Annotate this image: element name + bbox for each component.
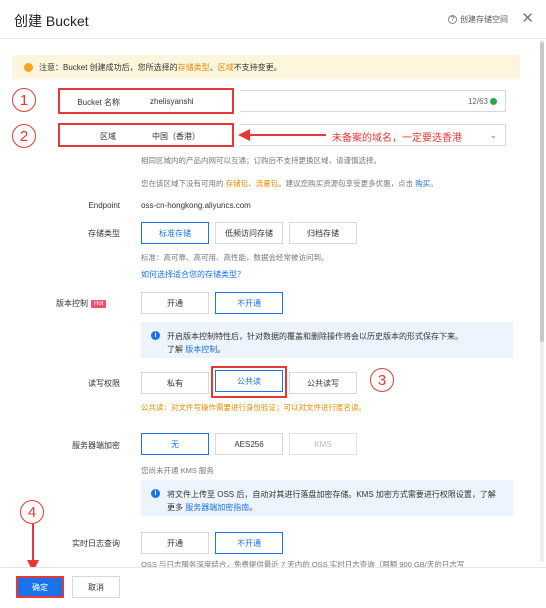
endpoint-value: oss-cn-hongkong.aliyuncs.com <box>141 201 251 210</box>
annotation-arrow-icon <box>238 129 326 141</box>
acl-label: 读写权限 <box>88 379 120 388</box>
storage-class-ia[interactable]: 低频访问存储 <box>215 222 283 244</box>
scrollbar-thumb[interactable] <box>540 42 544 342</box>
acl-public-read-write[interactable]: 公共读写 <box>289 372 357 394</box>
notice-link-storage-class[interactable]: 存储类型 <box>178 62 210 73</box>
encryption-none[interactable]: 无 <box>141 433 209 455</box>
region-hint-2-mid: 。建议您购买资源包享受更多优惠，点击 <box>278 179 416 188</box>
dialog-title: 创建 Bucket <box>14 13 89 29</box>
help-label: 创建存储空间 <box>460 15 508 24</box>
hot-badge: Hot <box>91 299 107 308</box>
versioning-on[interactable]: 开通 <box>141 292 209 314</box>
region-hint-2-sep: 、 <box>248 179 256 188</box>
versioning-info-suffix: 。 <box>217 345 226 354</box>
region-hint-2: 您在该区域下没有可用的 存储包、流量包。建议您购买资源包享受更多优惠，点击 购买… <box>141 178 438 189</box>
region-hint-2-suffix: 。 <box>430 179 438 188</box>
versioning-info-link-prefix: 了解 <box>167 345 186 354</box>
region-label: 区域 <box>100 132 116 141</box>
help-link[interactable]: ? 创建存储空间 <box>448 14 508 25</box>
versioning-label-row: 版本控制 Hot <box>56 298 107 309</box>
encryption-guide-link[interactable]: 服务器端加密指南 <box>185 503 249 512</box>
encryption-label: 服务器端加密 <box>72 441 120 450</box>
region-select-value[interactable]: 中国（香港） <box>152 131 200 142</box>
versioning-doc-link[interactable]: 版本控制 <box>185 345 217 354</box>
marker-3: 3 <box>370 368 394 392</box>
realtime-log-label: 实时日志查询 <box>72 539 120 548</box>
bucket-name-input[interactable]: zhelisyanshi <box>150 97 194 106</box>
storage-class-archive[interactable]: 归档存储 <box>289 222 357 244</box>
storage-class-standard[interactable]: 标准存储 <box>141 222 209 244</box>
encryption-info: i 将文件上传至 OSS 后，自动对其进行落盘加密存储。KMS 加密方式需要进行… <box>141 480 513 516</box>
marker-1: 1 <box>12 88 36 112</box>
region-hint-1: 相同区域内的产品内网可以互通；订购后不支持更换区域，请谨慎选择。 <box>141 156 381 165</box>
storage-class-label: 存储类型 <box>88 229 120 238</box>
traffic-package-link[interactable]: 流量包 <box>256 179 279 188</box>
region-annotation: 未备案的域名，一定要选香港 <box>332 133 462 144</box>
bucket-name-label: Bucket 名称 <box>77 98 120 107</box>
warning-icon <box>24 62 33 72</box>
versioning-info: i 开启版本控制特性后，针对数据的覆盖和删除操作将会以历史版本的形式保存下来。 … <box>141 322 513 358</box>
storage-package-link[interactable]: 存储包 <box>226 179 249 188</box>
realtime-log-off[interactable]: 不开通 <box>215 532 283 554</box>
encryption-hint: 您尚未开通 KMS 服务 <box>141 466 214 475</box>
marker-4: 4 <box>20 500 44 524</box>
notice-banner: 注意：Bucket 创建成功后，您所选择的 存储类型 、 区域 不支持变更。 <box>12 55 520 79</box>
region-hint-2-prefix: 您在该区域下没有可用的 <box>141 179 226 188</box>
question-circle-icon: ? <box>448 15 457 24</box>
marker-2: 2 <box>12 124 36 148</box>
notice-suffix: 不支持变更。 <box>233 62 282 72</box>
notice-prefix: 注意：Bucket 创建成功后，您所选择的 <box>39 62 178 72</box>
check-icon <box>490 97 497 105</box>
realtime-log-on[interactable]: 开通 <box>141 532 209 554</box>
endpoint-label: Endpoint <box>88 201 120 210</box>
versioning-info-line2: 了解 版本控制。 <box>167 343 503 356</box>
bucket-name-field[interactable]: 12/63 <box>240 90 506 112</box>
storage-class-hint: 标准：高可靠、高可用、高性能，数据会经常被访问到。 <box>141 253 329 262</box>
close-icon[interactable]: ✕ <box>521 9 534 27</box>
acl-public-read[interactable]: 公共读 <box>215 370 283 392</box>
encryption-aes256[interactable]: AES256 <box>215 433 283 455</box>
header-divider <box>0 38 546 39</box>
region-highlight <box>58 123 234 147</box>
versioning-off[interactable]: 不开通 <box>215 292 283 314</box>
versioning-label: 版本控制 <box>56 299 88 308</box>
buy-link[interactable]: 购买 <box>415 179 430 188</box>
info-icon: i <box>151 489 160 498</box>
versioning-info-text: 开启版本控制特性后，针对数据的覆盖和删除操作将会以历史版本的形式保存下来。 <box>167 332 463 341</box>
cancel-button[interactable]: 取消 <box>72 576 120 598</box>
chevron-down-icon: ⌄ <box>489 129 497 140</box>
bucket-name-counter: 12/63 <box>467 96 488 106</box>
acl-warning: 公共读：对文件写操作需要进行身份验证；可以对文件进行匿名读。 <box>141 403 366 412</box>
encryption-kms[interactable]: KMS <box>289 433 357 455</box>
notice-link-region[interactable]: 区域 <box>218 62 234 73</box>
encryption-info-suffix: 。 <box>249 503 258 512</box>
acl-private[interactable]: 私有 <box>141 372 209 394</box>
confirm-button[interactable]: 确定 <box>16 576 64 598</box>
info-icon: i <box>151 331 160 340</box>
storage-class-help-link[interactable]: 如何选择适合您的存储类型？ <box>141 269 245 280</box>
notice-sep: 、 <box>209 62 218 72</box>
